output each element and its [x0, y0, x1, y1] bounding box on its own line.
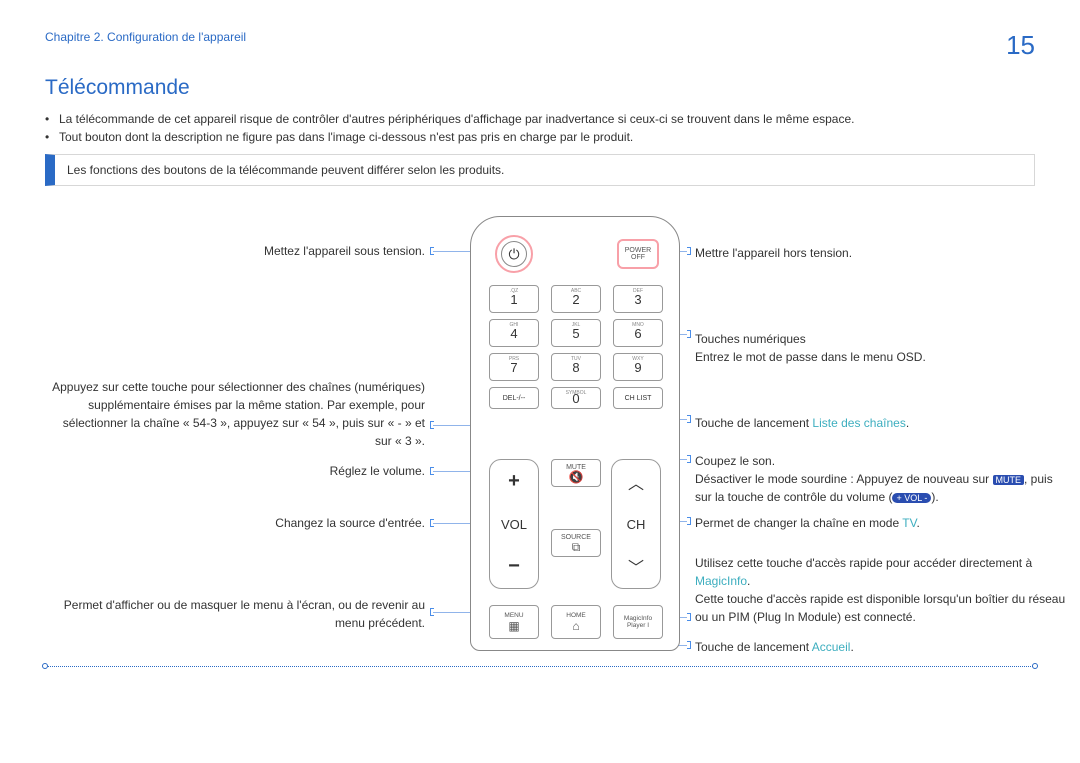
label-source: Changez la source d'entrée. [45, 516, 425, 530]
mute-line3a: sur la touche de contrôle du volume ( [695, 490, 892, 504]
magicinfo-button[interactable]: MagicInfo Player I [613, 605, 663, 639]
bullet-item: Tout bouton dont la description ne figur… [45, 130, 1035, 144]
magicinfo-label-top: MagicInfo [624, 615, 652, 622]
tv-link: TV [902, 516, 916, 530]
section-title: Télécommande [45, 76, 1035, 100]
label-power-off: Mettre l'appareil hors tension. [695, 244, 1055, 262]
label-magicinfo: Utilisez cette touche d'accès rapide pou… [695, 554, 1075, 626]
connector [687, 415, 691, 423]
chlist-pre: Touche de lancement [695, 416, 812, 430]
remote-diagram: Mettez l'appareil sous tension. Appuyez … [45, 206, 1035, 696]
connector [687, 517, 691, 525]
power-off-label-bottom: OFF [631, 254, 645, 261]
dot-anchor [1032, 663, 1038, 669]
mute-line2a: Désactiver le mode sourdine : Appuyez de… [695, 472, 993, 486]
plus-icon: + [508, 470, 520, 493]
connector [687, 613, 691, 621]
volume-rocker[interactable]: + VOL − [489, 459, 539, 589]
home-link: Accueil [812, 640, 851, 654]
power-off-label-top: POWER [625, 247, 651, 254]
intro-bullets: La télécommande de cet appareil risque d… [45, 112, 1035, 144]
key-7[interactable]: PRS7 [489, 353, 539, 381]
remote-control: ⏻ POWER OFF .QZ1 ABC2 DEF3 GHI4 JKL5 MNO… [470, 216, 680, 651]
connector [687, 247, 691, 255]
key-9[interactable]: WXY9 [613, 353, 663, 381]
note-box: Les fonctions des boutons de la télécomm… [45, 154, 1035, 186]
dotted-separator [45, 666, 1035, 667]
label-ch: Permet de changer la chaîne en mode TV. [695, 514, 1055, 532]
mute-button[interactable]: MUTE 🔇 [551, 459, 601, 487]
dot-anchor [42, 663, 48, 669]
ch-pre: Permet de changer la chaîne en mode [695, 516, 902, 530]
ch-label: CH [627, 517, 646, 532]
key-3[interactable]: DEF3 [613, 285, 663, 313]
key-8[interactable]: TUV8 [551, 353, 601, 381]
connector [687, 455, 691, 463]
chevron-down-icon: ﹀ [628, 554, 644, 578]
channel-rocker[interactable]: ︿ CH ﹀ [611, 459, 661, 589]
power-icon: ⏻ [501, 241, 527, 267]
source-button[interactable]: SOURCE ⧉ [551, 529, 601, 557]
key-del[interactable]: DEL-/-- [489, 387, 539, 409]
key-1[interactable]: .QZ1 [489, 285, 539, 313]
key-4[interactable]: GHI4 [489, 319, 539, 347]
vol-label: VOL [501, 517, 527, 532]
mute-line1: Coupez le son. [695, 454, 775, 468]
page-number: 15 [1006, 30, 1035, 61]
source-icon: ⧉ [572, 541, 581, 553]
magic-pre: Utilisez cette touche d'accès rapide pou… [695, 556, 1032, 570]
key-5[interactable]: JKL5 [551, 319, 601, 347]
label-chlist: Touche de lancement Liste des chaînes. [695, 414, 1055, 432]
home-button[interactable]: HOME ⌂ [551, 605, 601, 639]
key-6[interactable]: MNO6 [613, 319, 663, 347]
label-numeric-left: Appuyez sur cette touche pour sélectionn… [45, 378, 425, 450]
menu-icon: ▦ [508, 619, 519, 633]
label-numeric-right: Touches numériques Entrez le mot de pass… [695, 330, 1055, 366]
label-power-on: Mettez l'appareil sous tension. [45, 244, 425, 258]
mute-pill: MUTE [993, 475, 1025, 485]
home-pre: Touche de lancement [695, 640, 812, 654]
numeric-desc: Entrez le mot de passe dans le menu OSD. [695, 350, 926, 364]
bullet-item: La télécommande de cet appareil risque d… [45, 112, 1035, 126]
mute-line3b: ). [931, 490, 938, 504]
label-mute: Coupez le son. Désactiver le mode sourdi… [695, 452, 1075, 506]
home-label: HOME [566, 612, 586, 619]
numeric-keypad: .QZ1 ABC2 DEF3 GHI4 JKL5 MNO6 PRS7 TUV8 … [489, 285, 663, 409]
label-home: Touche de lancement Accueil. [695, 638, 1055, 656]
home-icon: ⌂ [572, 619, 579, 633]
key-0[interactable]: SYMBOL0 [551, 387, 601, 409]
vol-pill: + VOL - [892, 493, 931, 503]
label-menu: Permet d'afficher ou de masquer le menu … [45, 596, 425, 632]
chapter-label: Chapitre 2. Configuration de l'appareil [45, 30, 246, 44]
label-volume: Réglez le volume. [45, 464, 425, 478]
power-on-button[interactable]: ⏻ [495, 235, 533, 273]
key-2[interactable]: ABC2 [551, 285, 601, 313]
chlist-link: Liste des chaînes [812, 416, 905, 430]
key-chlist[interactable]: CH LIST [613, 387, 663, 409]
power-off-button[interactable]: POWER OFF [617, 239, 659, 269]
connector [687, 641, 691, 649]
magicinfo-label-bot: Player I [627, 622, 649, 629]
connector [687, 330, 691, 338]
minus-icon: − [508, 555, 520, 578]
menu-button[interactable]: MENU ▦ [489, 605, 539, 639]
numeric-title: Touches numériques [695, 332, 806, 346]
magic-desc: Cette touche d'accès rapide est disponib… [695, 592, 1065, 624]
mute-line2b: , puis [1024, 472, 1053, 486]
menu-label: MENU [504, 612, 523, 619]
mute-icon: 🔇 [569, 471, 584, 483]
chevron-up-icon: ︿ [628, 470, 644, 494]
magic-link: MagicInfo [695, 574, 747, 588]
